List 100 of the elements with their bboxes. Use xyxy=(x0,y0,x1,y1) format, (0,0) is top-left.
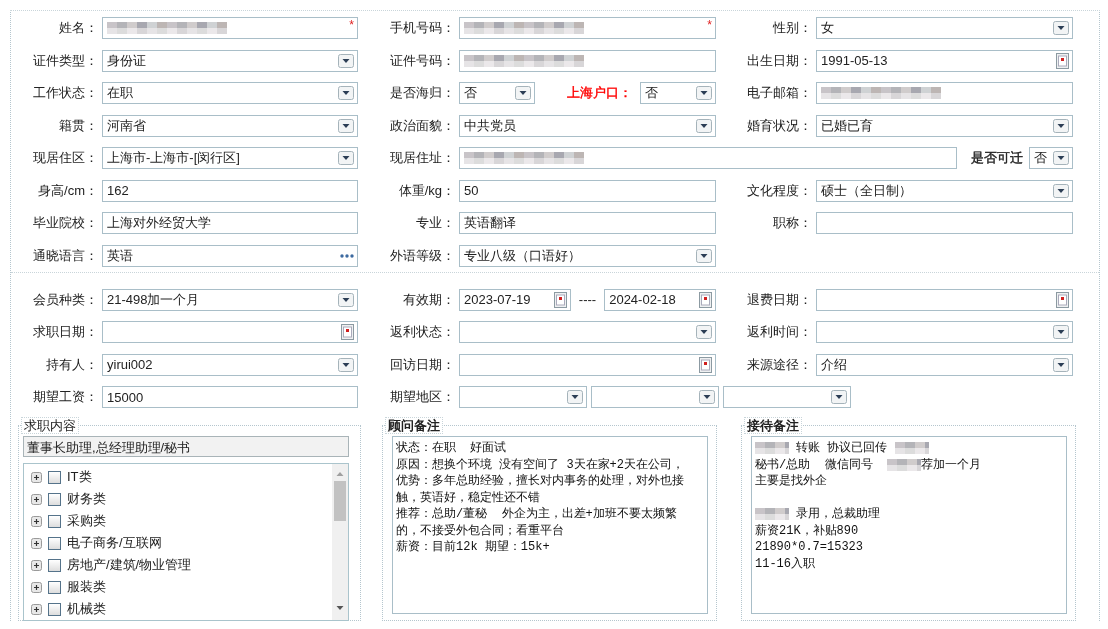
dropdown-icon[interactable] xyxy=(1053,325,1069,339)
text-field[interactable] xyxy=(816,82,1073,104)
dropdown-icon[interactable] xyxy=(338,53,354,68)
calendar-icon[interactable] xyxy=(1056,52,1069,69)
expand-icon[interactable] xyxy=(31,537,42,549)
note-text: 触，英语好，稳定性还不错 xyxy=(396,489,540,506)
blur-drawing xyxy=(755,506,789,523)
dropdown[interactable]: 硕士（全日制） xyxy=(816,179,1073,202)
dropdown-icon[interactable] xyxy=(696,248,712,263)
dropdown-icon[interactable] xyxy=(696,325,712,339)
date-field[interactable]: 2024-02-18 xyxy=(604,288,716,311)
tree-item[interactable]: 财务类 xyxy=(67,490,106,508)
date-field[interactable]: 2023-07-19 xyxy=(459,288,571,311)
checkbox[interactable] xyxy=(48,492,61,506)
text-field[interactable]: 英语翻译 xyxy=(459,212,716,234)
date-field[interactable] xyxy=(459,353,716,376)
text-field[interactable] xyxy=(459,147,957,169)
range-separator: ---- xyxy=(577,292,598,307)
checkbox[interactable] xyxy=(48,470,61,484)
dropdown[interactable]: 介绍 xyxy=(816,353,1073,376)
dropdown-icon[interactable] xyxy=(1053,21,1069,35)
field-label: 身高/cm： xyxy=(37,181,99,200)
expand-icon[interactable] xyxy=(31,559,42,571)
field-label: 籍贯： xyxy=(58,116,99,135)
lookup-field[interactable]: 英语 xyxy=(102,244,358,267)
tree-item[interactable]: IT类 xyxy=(67,468,92,486)
tree-item[interactable]: 服装类 xyxy=(67,578,106,596)
checkbox[interactable] xyxy=(48,580,61,594)
expand-icon[interactable] xyxy=(31,493,42,505)
dropdown-icon[interactable] xyxy=(831,390,847,404)
expand-icon[interactable] xyxy=(31,603,42,615)
tree-item[interactable]: 电子商务/互联网 xyxy=(67,534,162,552)
expand-icon[interactable] xyxy=(31,581,42,593)
calendar-icon[interactable] xyxy=(553,291,567,308)
tree-item[interactable]: 房地产/建筑/物业管理 xyxy=(67,556,192,574)
dropdown[interactable]: 中共党员 xyxy=(459,114,716,137)
group-title: 求职内容 xyxy=(21,417,79,434)
dropdown[interactable]: 上海市-上海市-[闵行区] xyxy=(102,147,358,169)
dropdown-icon[interactable] xyxy=(1053,118,1069,133)
text-field[interactable]: * xyxy=(102,17,358,39)
dropdown[interactable]: 在职 xyxy=(102,82,358,104)
dropdown[interactable]: 已婚已育 xyxy=(816,114,1073,137)
dropdown-icon[interactable] xyxy=(338,86,354,100)
field-label: 返利时间： xyxy=(746,323,813,341)
tree-item[interactable]: 机械类 xyxy=(67,600,106,618)
date-field[interactable] xyxy=(102,321,358,343)
text-field[interactable] xyxy=(816,212,1073,234)
dropdown-icon[interactable] xyxy=(1053,357,1069,372)
calendar-icon[interactable] xyxy=(699,356,712,373)
calendar-icon[interactable] xyxy=(699,291,712,308)
expand-icon[interactable] xyxy=(31,471,42,483)
dropdown-icon[interactable] xyxy=(699,390,715,404)
checkbox[interactable] xyxy=(48,602,61,616)
dropdown[interactable]: 身份证 xyxy=(102,49,358,72)
dropdown[interactable]: 否 xyxy=(1029,147,1073,169)
note-text: 状态：在职 好面试 xyxy=(396,440,507,457)
dropdown[interactable]: 女 xyxy=(816,17,1073,39)
date-field[interactable] xyxy=(816,288,1073,311)
checkbox[interactable] xyxy=(48,536,61,550)
date-field[interactable]: 1991-05-13 xyxy=(816,49,1073,72)
note-text: 薪资21K，补贴890 xyxy=(755,522,859,539)
dropdown-icon[interactable] xyxy=(696,118,712,133)
dropdown-icon[interactable] xyxy=(567,390,583,404)
text-field[interactable]: 162 xyxy=(102,179,358,202)
dropdown-icon[interactable] xyxy=(515,86,531,100)
ellipsis-icon[interactable] xyxy=(340,253,354,258)
dropdown[interactable]: yirui002 xyxy=(102,353,358,376)
dropdown[interactable]: 否 xyxy=(459,82,535,104)
text-field[interactable]: 15000 xyxy=(102,386,358,408)
expand-icon[interactable] xyxy=(31,515,42,527)
calendar-icon[interactable] xyxy=(341,324,354,340)
dropdown-icon[interactable] xyxy=(338,357,354,372)
dropdown[interactable]: 否 xyxy=(640,82,716,104)
field-label: 证件类型： xyxy=(32,51,99,70)
dropdown-icon[interactable] xyxy=(1053,151,1069,165)
dropdown-icon[interactable] xyxy=(338,292,354,307)
text-field[interactable]: 50 xyxy=(459,179,716,202)
note-text: 转账 协议已回传 xyxy=(795,440,889,457)
note-text: 推荐：总助/董秘 外企为主，出差+加班不要太频繁 xyxy=(396,506,677,523)
text-field[interactable]: * xyxy=(459,17,716,39)
checkbox[interactable] xyxy=(48,558,61,572)
text-field[interactable]: 上海对外经贸大学 xyxy=(102,212,358,234)
blur-drawing xyxy=(755,440,789,457)
dropdown[interactable]: 专业八级（口语好） xyxy=(459,244,716,267)
note-text: 11-16入职 xyxy=(755,555,815,572)
dropdown-icon[interactable] xyxy=(338,118,354,133)
notes-field[interactable]: 状态：在职 好面试 原因：想换个环境 没有空间了 3天在家+2天在公司， 优势：多年总助经验，擅长对内事务的处理，对外也接 触，英语好，稳定性还不错 推荐：总助/董秘 外企为主，出差+加班不要太频繁 的，不接受外包合同；看重平台 薪资：目前12k 期望：15k+ xyxy=(392,436,708,614)
field-label: 通晓语言： xyxy=(32,246,99,265)
notes-field[interactable]: 转账 协议已回传 秘书/总助 微信同号 荐加一个月 主要是找外企 录用，总裁助理 薪资21K，补贴890 21890*0.7=15323 11-16入职 xyxy=(751,436,1067,614)
tree-item[interactable]: 采购类 xyxy=(67,512,106,530)
field-label: 是否海归： xyxy=(389,84,456,102)
dropdown[interactable]: 河南省 xyxy=(102,114,358,137)
dropdown-icon[interactable] xyxy=(338,151,354,165)
checkbox[interactable] xyxy=(48,514,61,528)
field-label: 婚育状况： xyxy=(746,116,813,135)
calendar-icon[interactable] xyxy=(1056,291,1069,308)
dropdown[interactable]: 21-498加一个月 xyxy=(102,288,358,311)
text-field[interactable] xyxy=(459,49,716,72)
dropdown-icon[interactable] xyxy=(1053,183,1069,198)
dropdown-icon[interactable] xyxy=(696,86,712,100)
